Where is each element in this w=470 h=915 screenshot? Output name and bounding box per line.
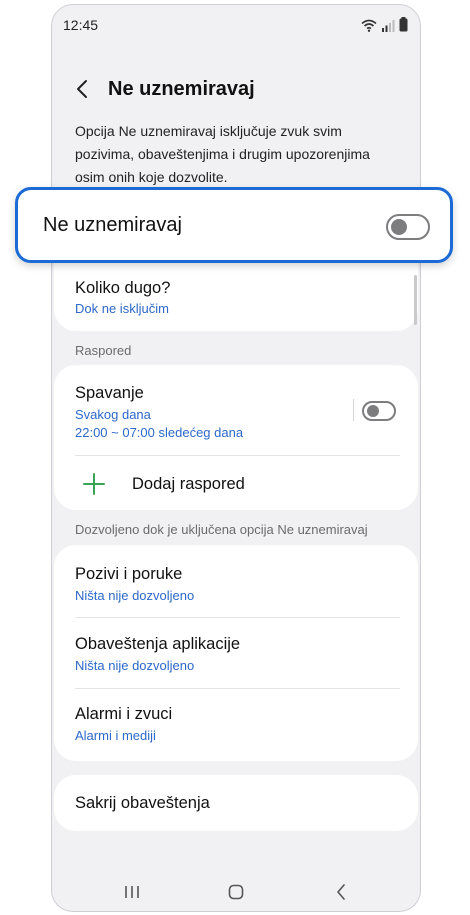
dnd-main-toggle[interactable] [386, 214, 430, 240]
app-header: Ne uznemiravaj [52, 67, 420, 117]
sleep-toggle[interactable] [362, 401, 396, 421]
signal-icon [382, 20, 395, 32]
duration-title: Koliko dugo? [75, 279, 171, 297]
allowed-section-label: Dozvoljeno dok je uključena opcija Ne uz… [75, 522, 368, 537]
toggle-knob [391, 219, 407, 235]
battery-icon [399, 17, 408, 32]
alarms-sounds-value: Alarmi i mediji [75, 728, 156, 743]
status-bar: 12:45 [52, 5, 420, 45]
status-time: 12:45 [63, 17, 99, 33]
duration-value: Dok ne isključim [75, 301, 169, 316]
back-nav-icon [337, 884, 345, 900]
alarms-sounds-item[interactable]: Alarmi i zvuci Alarmi i mediji [54, 689, 418, 759]
dnd-main-toggle-row[interactable]: Ne uznemiravaj [15, 187, 453, 263]
schedule-item-days: Svakog dana [75, 407, 151, 422]
app-notifications-title: Obaveštenja aplikacije [75, 635, 241, 653]
alarms-sounds-title: Alarmi i zvuci [75, 705, 173, 723]
allowed-card: Pozivi i poruke Ništa nije dozvoljeno Ob… [54, 545, 418, 761]
home-button[interactable] [223, 879, 249, 905]
toggle-knob [367, 405, 379, 417]
app-notifications-value: Ništa nije dozvoljeno [75, 658, 195, 673]
back-nav-button[interactable] [328, 879, 354, 905]
schedule-section-label: Raspored [75, 343, 132, 358]
plus-icon [83, 473, 105, 495]
schedule-item-title: Spavanje [75, 384, 144, 402]
add-schedule-button[interactable]: Dodaj raspored [54, 456, 418, 510]
hide-notifications-item[interactable]: Sakrij obaveštenja [54, 775, 418, 831]
phone-frame: 12:45 Ne uznemiravaj Opcija Ne uznemirav… [51, 4, 421, 912]
calls-messages-item[interactable]: Pozivi i poruke Ništa nije dozvoljeno [54, 545, 418, 615]
recent-apps-icon [125, 886, 139, 898]
navigation-bar [52, 871, 420, 911]
scrollbar[interactable] [414, 275, 417, 325]
page-title: Ne uznemiravaj [108, 78, 255, 100]
dnd-main-toggle-label: Ne uznemiravaj [43, 214, 182, 236]
schedule-item-sleep[interactable]: Spavanje Svakog dana 22:00 ~ 07:00 slede… [54, 365, 418, 453]
chevron-left-icon [77, 80, 87, 98]
hide-notifications-title: Sakrij obaveštenja [75, 794, 210, 812]
calls-messages-value: Ništa nije dozvoljeno [75, 588, 195, 603]
schedule-item-time: 22:00 ~ 07:00 sledećeg dana [75, 425, 244, 440]
calls-messages-title: Pozivi i poruke [75, 565, 183, 583]
schedule-card: Spavanje Svakog dana 22:00 ~ 07:00 slede… [54, 365, 418, 510]
status-icons [361, 17, 408, 32]
add-schedule-label: Dodaj raspored [132, 475, 245, 493]
wifi-icon [361, 19, 377, 32]
vertical-divider [353, 399, 354, 421]
home-icon [228, 884, 244, 900]
app-notifications-item[interactable]: Obaveštenja aplikacije Ništa nije dozvol… [54, 618, 418, 688]
recent-apps-button[interactable] [119, 879, 145, 905]
back-button[interactable] [68, 75, 96, 103]
page-description: Opcija Ne uznemiravaj isključuje zvuk sv… [75, 123, 370, 185]
